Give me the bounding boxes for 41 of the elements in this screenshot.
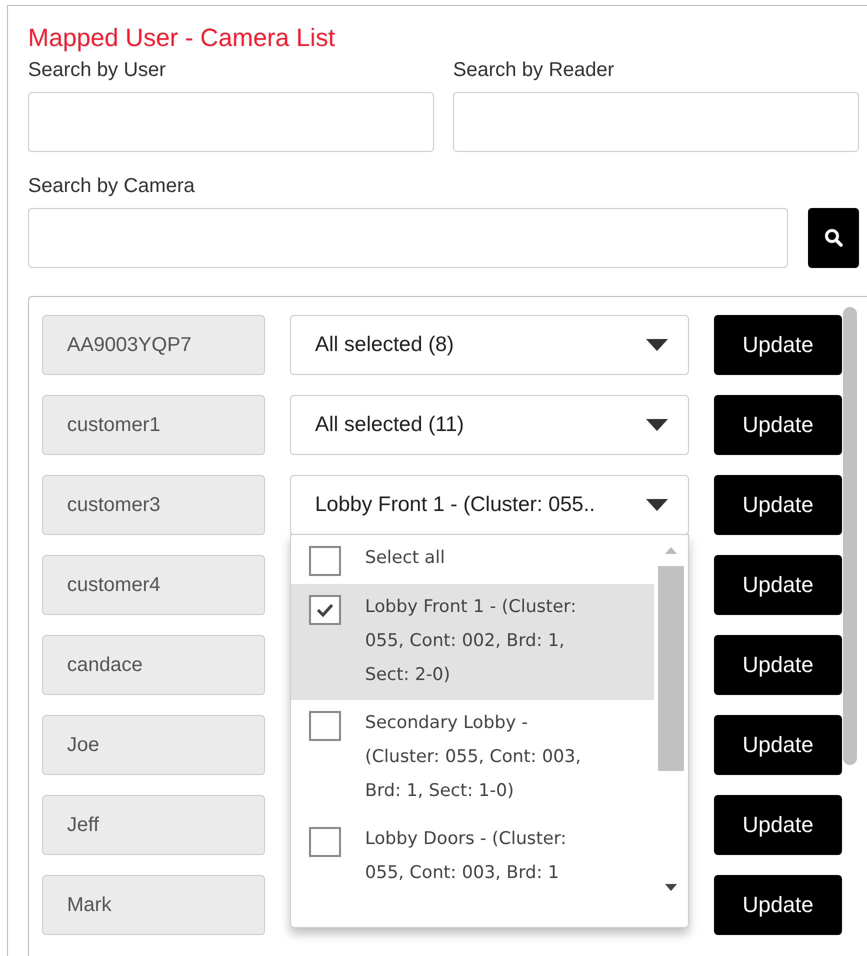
- camera-dropdown[interactable]: All selected (11): [290, 395, 689, 455]
- update-button[interactable]: Update: [714, 395, 842, 455]
- user-field: candace: [42, 635, 265, 695]
- check-icon: [316, 603, 334, 617]
- search-field[interactable]: [28, 92, 434, 152]
- dropdown-option[interactable]: Select all: [291, 535, 654, 584]
- user-field: Jeff: [42, 795, 265, 855]
- update-button[interactable]: Update: [714, 555, 842, 615]
- update-button[interactable]: Update: [714, 715, 842, 775]
- caret-icon: [646, 339, 668, 351]
- checkbox[interactable]: [309, 595, 341, 625]
- caret-icon: [646, 499, 668, 511]
- dropdown-option[interactable]: Lobby Front 1 - (Cluster: 055, Cont: 002, Brd: 1, Sect: 2-0): [291, 584, 654, 700]
- scrollbar[interactable]: [843, 307, 857, 765]
- user-field: customer1: [42, 395, 265, 455]
- update-button[interactable]: Update: [714, 875, 842, 935]
- checkbox[interactable]: [309, 827, 341, 857]
- user-field: Mark: [42, 875, 265, 935]
- search-field[interactable]: [453, 92, 859, 152]
- scroll-down-icon[interactable]: [665, 884, 678, 891]
- user-field: customer4: [42, 555, 265, 615]
- update-button[interactable]: Update: [714, 635, 842, 695]
- scroll-up-icon[interactable]: [665, 547, 678, 554]
- checkbox[interactable]: [309, 711, 341, 741]
- update-button[interactable]: Update: [714, 315, 842, 375]
- checkbox[interactable]: [309, 546, 341, 576]
- camera-dropdown[interactable]: All selected (8): [290, 315, 689, 375]
- field-label: Search by User: [28, 58, 167, 82]
- camera-dropdown[interactable]: Lobby Front 1 - (Cluster: 055..: [290, 475, 689, 535]
- update-button[interactable]: Update: [714, 475, 842, 535]
- search-button[interactable]: [808, 208, 859, 268]
- section-title: Mapped User - Camera List: [28, 24, 336, 52]
- user-field: AA9003YQP7: [42, 315, 265, 375]
- search-icon: [824, 228, 844, 248]
- user-field: customer3: [42, 475, 265, 535]
- field-label: Search by Reader: [453, 58, 616, 82]
- search-field[interactable]: [28, 208, 788, 268]
- user-field: Joe: [42, 715, 265, 775]
- caret-icon: [646, 419, 668, 431]
- field-label: Search by Camera: [28, 174, 196, 198]
- update-button[interactable]: Update: [714, 795, 842, 855]
